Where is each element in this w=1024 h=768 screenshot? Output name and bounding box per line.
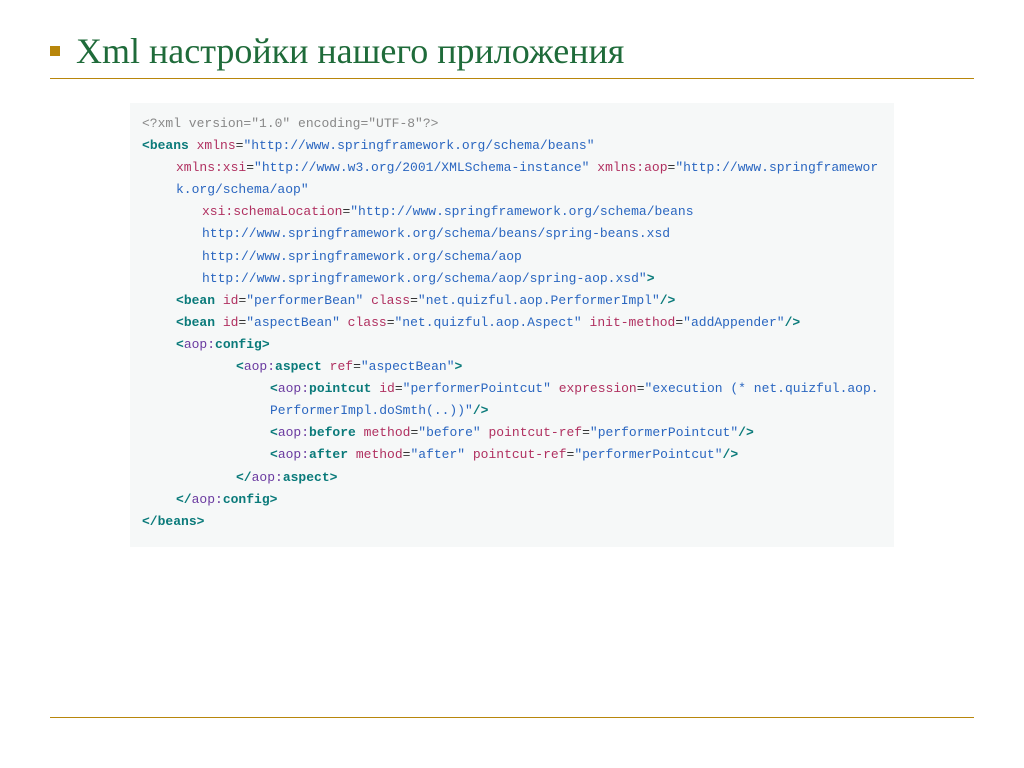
code-line: http://www.springframework.org/schema/be… bbox=[142, 223, 882, 245]
xml-decl: <?xml version="1.0" encoding="UTF-8"?> bbox=[142, 116, 438, 131]
footer-rule bbox=[50, 717, 974, 718]
slide: Xml настройки нашего приложения <?xml ve… bbox=[0, 0, 1024, 768]
code-line: </aop:config> bbox=[142, 489, 882, 511]
accent-square-icon bbox=[50, 46, 60, 56]
code-line: http://www.springframework.org/schema/ao… bbox=[142, 268, 882, 290]
code-line: </aop:aspect> bbox=[142, 467, 882, 489]
code-line: <aop:aspect ref="aspectBean"> bbox=[142, 356, 882, 378]
code-line: <beans xmlns="http://www.springframework… bbox=[142, 135, 882, 157]
title-bar: Xml настройки нашего приложения bbox=[50, 30, 974, 79]
code-line: <aop:pointcut id="performerPointcut" exp… bbox=[142, 378, 882, 422]
code-line: <aop:before method="before" pointcut-ref… bbox=[142, 422, 882, 444]
xml-code-block: <?xml version="1.0" encoding="UTF-8"?> <… bbox=[130, 103, 894, 547]
code-line: <?xml version="1.0" encoding="UTF-8"?> bbox=[142, 113, 882, 135]
code-line: http://www.springframework.org/schema/ao… bbox=[142, 246, 882, 268]
code-line: xmlns:xsi="http://www.w3.org/2001/XMLSch… bbox=[142, 157, 882, 201]
code-line: <aop:config> bbox=[142, 334, 882, 356]
code-line: xsi:schemaLocation="http://www.springfra… bbox=[142, 201, 882, 223]
code-line: <bean id="aspectBean" class="net.quizful… bbox=[142, 312, 882, 334]
page-title: Xml настройки нашего приложения bbox=[76, 31, 624, 71]
code-line: <bean id="performerBean" class="net.quiz… bbox=[142, 290, 882, 312]
code-line: </beans> bbox=[142, 511, 882, 533]
code-line: <aop:after method="after" pointcut-ref="… bbox=[142, 444, 882, 466]
